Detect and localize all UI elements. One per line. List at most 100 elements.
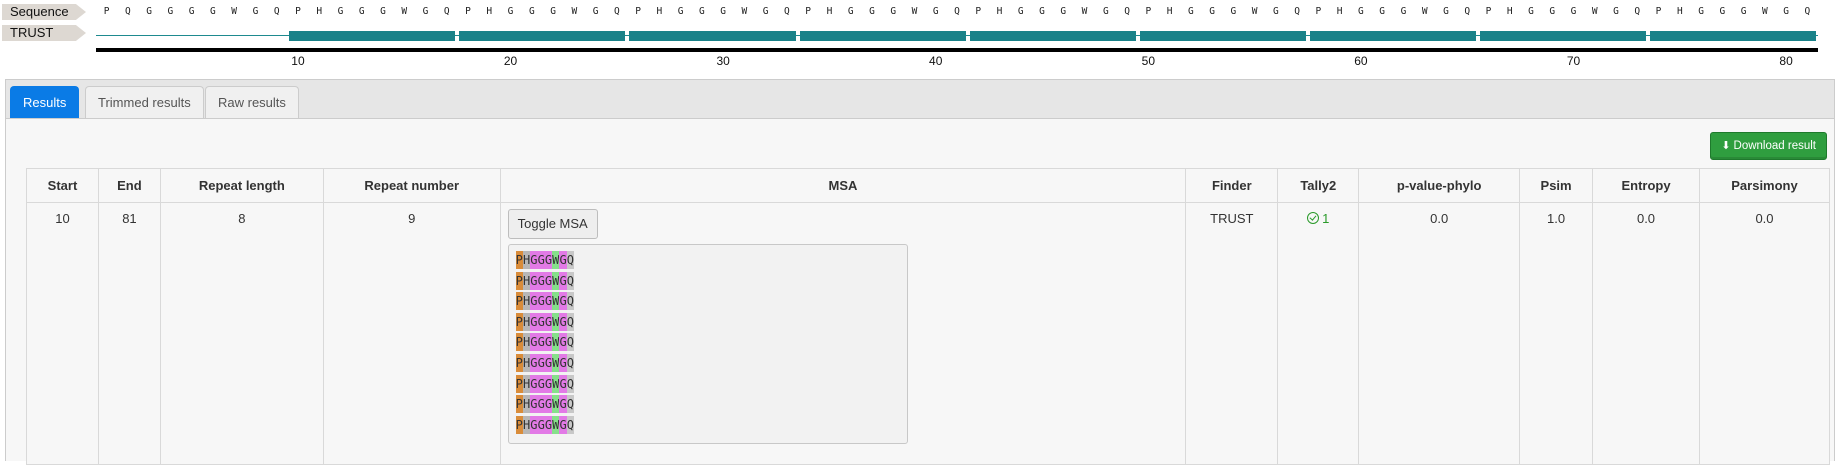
- msa-residue: P: [515, 395, 523, 414]
- sequence-residue: Q: [443, 6, 450, 17]
- msa-residue: W: [552, 353, 560, 372]
- msa-residue: P: [515, 292, 523, 311]
- msa-residue: P: [515, 374, 523, 393]
- sequence-residue: G: [1528, 6, 1534, 17]
- sequence-residue: G: [1740, 6, 1747, 17]
- sequence-residue: G: [1102, 6, 1109, 17]
- sequence-residue: G: [720, 6, 727, 17]
- axis-tick-label: 10: [291, 54, 305, 68]
- col-header-repeat-number[interactable]: Repeat number: [322, 168, 501, 203]
- msa-residue: G: [530, 251, 538, 269]
- tab-trimmed-results[interactable]: Trimmed results: [85, 86, 204, 118]
- msa-residue: Q: [566, 251, 575, 269]
- repeat-segment[interactable]: [1309, 31, 1476, 41]
- sequence-residue: H: [826, 6, 833, 17]
- msa-residue: H: [522, 271, 531, 290]
- sequence-residue: G: [1060, 6, 1067, 17]
- repeat-segment[interactable]: [289, 31, 456, 41]
- repeat-segment[interactable]: [1649, 31, 1816, 41]
- msa-residue: H: [522, 312, 531, 331]
- msa-alignment-box: PHGGGWGQ PHGGGWGQ PHGGGWGQ PHGGGWGQ PHGGGWGQ…: [507, 244, 908, 444]
- sequence-residue: H: [1336, 6, 1343, 17]
- msa-residue: Q: [566, 333, 575, 352]
- download-result-button[interactable]: ⬇ Download result: [1710, 132, 1827, 160]
- sequence-residue: G: [528, 6, 535, 17]
- msa-residue: G: [559, 292, 567, 311]
- col-header-finder[interactable]: Finder: [1185, 168, 1279, 203]
- cell-parsimony: 0.0: [1698, 202, 1831, 465]
- msa-row: PHGGGWGQ: [515, 415, 900, 437]
- tab-results[interactable]: Results: [10, 86, 80, 118]
- msa-row: PHGGGWGQ: [515, 312, 900, 334]
- download-result-label: Download result: [1733, 140, 1816, 152]
- msa-residue: P: [515, 353, 523, 372]
- sequence-residue: G: [380, 6, 386, 17]
- msa-residue: H: [522, 374, 531, 393]
- toggle-msa-button[interactable]: Toggle MSA: [507, 209, 598, 239]
- repeat-segment[interactable]: [1479, 31, 1646, 41]
- msa-residue: G: [544, 333, 553, 352]
- sequence-residue: G: [1613, 6, 1619, 17]
- msa-residue: G: [559, 415, 567, 434]
- sequence-residue: H: [1506, 6, 1513, 17]
- msa-residue: Q: [566, 415, 575, 434]
- msa-residue: G: [530, 312, 538, 331]
- col-header-start[interactable]: Start: [26, 168, 99, 203]
- cell-tally2: 1: [1277, 202, 1360, 465]
- msa-residue: G: [559, 353, 567, 372]
- col-header-psim[interactable]: Psim: [1519, 168, 1594, 203]
- msa-residue: G: [530, 271, 538, 290]
- col-header-entropy[interactable]: Entropy: [1592, 168, 1700, 203]
- sequence-residue: G: [762, 6, 769, 17]
- col-header-msa[interactable]: MSA: [499, 168, 1187, 203]
- sequence-residue: W: [911, 6, 918, 17]
- msa-residue: G: [537, 271, 545, 290]
- msa-residue: W: [552, 271, 560, 290]
- sequence-residue: G: [210, 6, 216, 17]
- sequence-residue: G: [1379, 6, 1386, 17]
- col-header-tally2[interactable]: Tally2: [1277, 168, 1360, 203]
- cell-repeat-number: 9: [322, 202, 501, 465]
- repeat-segment[interactable]: [799, 31, 966, 41]
- sequence-residue: P: [1655, 6, 1662, 17]
- sequence-residue: H: [316, 6, 323, 17]
- msa-residue: G: [537, 353, 545, 372]
- msa-residue: G: [544, 415, 553, 434]
- sequence-residue: W: [401, 6, 408, 17]
- sequence-residue: G: [1273, 6, 1279, 17]
- msa-residue: G: [544, 251, 553, 269]
- axis-tick-label: 30: [716, 54, 730, 68]
- repeat-segment[interactable]: [969, 31, 1136, 41]
- msa-residue: W: [552, 333, 560, 352]
- table-header-row: Start End Repeat length Repeat number MS…: [26, 168, 1831, 203]
- repeat-segment[interactable]: [459, 31, 626, 41]
- sequence-residue: G: [932, 6, 939, 17]
- msa-residue: G: [537, 251, 545, 269]
- col-header-repeat-length[interactable]: Repeat length: [159, 168, 324, 203]
- sequence-residue: G: [1570, 6, 1577, 17]
- msa-residue: W: [552, 374, 560, 393]
- sequence-residue: G: [1358, 6, 1364, 17]
- msa-residue: H: [522, 395, 531, 414]
- col-header-parsimony[interactable]: Parsimony: [1698, 168, 1831, 203]
- sequence-residue: Q: [1804, 6, 1811, 17]
- col-header-p-value-phylo[interactable]: p-value-phylo: [1358, 168, 1521, 203]
- sequence-residue: G: [1230, 6, 1237, 17]
- col-header-end[interactable]: End: [97, 168, 161, 203]
- msa-row: PHGGGWGQ: [515, 333, 900, 354]
- msa-residue: G: [537, 415, 545, 434]
- tab-raw-results[interactable]: Raw results: [205, 86, 299, 118]
- repeat-segment[interactable]: [1139, 31, 1306, 41]
- sequence-residue: G: [1549, 6, 1556, 17]
- msa-residue: W: [552, 415, 560, 434]
- sequence-residue: G: [550, 6, 556, 17]
- sequence-residue: W: [571, 6, 578, 17]
- msa-row: PHGGGWGQ: [515, 353, 900, 375]
- repeat-segment[interactable]: [629, 31, 796, 41]
- download-icon: ⬇: [1721, 140, 1731, 152]
- check-circle-icon: [1307, 212, 1320, 224]
- msa-residue: G: [559, 374, 567, 393]
- trust-track-label: TRUST: [2, 25, 86, 41]
- sequence-residue: G: [422, 6, 429, 17]
- sequence-residue: H: [486, 6, 493, 17]
